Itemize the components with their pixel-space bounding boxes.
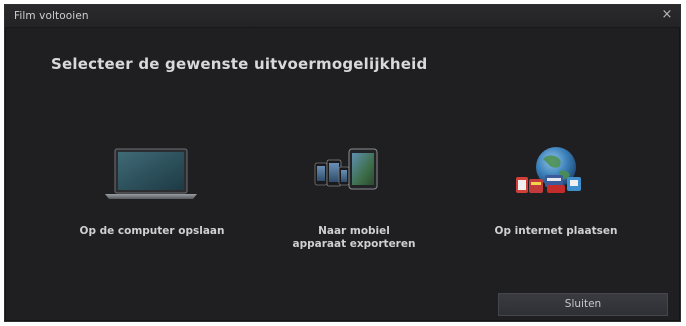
- export-dialog: Film voltooien × Selecteer de gewenste u…: [4, 4, 681, 322]
- title-bar: Film voltooien ×: [5, 5, 680, 28]
- window-title: Film voltooien: [14, 10, 89, 22]
- option-label-computer: Op de computer opslaan: [79, 225, 225, 237]
- close-icon[interactable]: ×: [660, 8, 674, 22]
- option-upload-to-internet[interactable]: Op internet plaatsen: [471, 141, 641, 251]
- laptop-icon: [67, 141, 237, 203]
- option-save-to-computer[interactable]: Op de computer opslaan: [67, 141, 237, 251]
- mobile-devices-icon: [269, 141, 439, 203]
- option-label-mobile: Naar mobiel apparaat exporteren: [292, 225, 416, 250]
- globe-internet-icon: [471, 141, 641, 203]
- close-button[interactable]: Sluiten: [498, 293, 668, 316]
- option-label-internet: Op internet plaatsen: [494, 225, 618, 237]
- page-title: Selecteer de gewenste uitvoermogelijkhei…: [51, 55, 428, 73]
- option-export-to-mobile[interactable]: Naar mobiel apparaat exporteren: [269, 141, 439, 251]
